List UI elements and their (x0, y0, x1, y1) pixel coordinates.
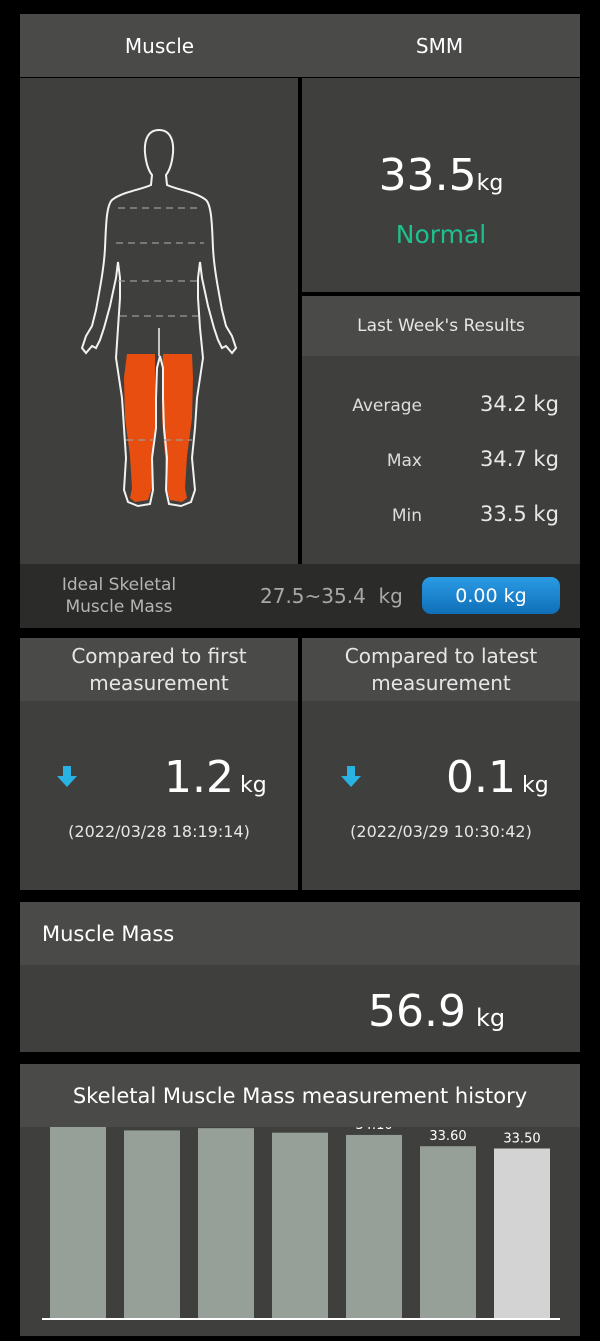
history-bar-label: 34.10 (355, 1127, 392, 1133)
history-bar[interactable] (420, 1146, 476, 1318)
compare-latest-unit: kg (521, 773, 549, 798)
compare-first-panel: Compared to first measurement 1.2 kg (202… (20, 638, 298, 890)
stat-value: 34.2 kg (480, 392, 559, 416)
stat-row-max: Max 34.7 kg (302, 445, 580, 475)
muscle-title: Muscle (124, 33, 195, 58)
last-week-header: Last Week's Results (302, 296, 580, 356)
compare-first-title: Compared to first measurement (71, 643, 246, 697)
compare-first-unit: kg (239, 773, 267, 798)
down-arrow-icon (341, 766, 361, 787)
smm-header: SMM (299, 14, 580, 77)
ideal-label-line1: Ideal Skeletal (61, 575, 177, 595)
stat-label: Average (352, 396, 422, 416)
compare-first-value-wrap: 1.2 kg (164, 752, 267, 803)
smm-status: Normal (395, 220, 487, 249)
history-chart-svg: 34.7034.3034.4034.2034.1033.6033.50 (42, 1104, 560, 1320)
compare-first-title-line2: measurement (89, 670, 229, 695)
compare-first-title-line1: Compared to first (71, 643, 247, 668)
stat-row-min: Min 33.5 kg (302, 500, 580, 530)
history-bar[interactable] (494, 1148, 550, 1319)
compare-latest-header: Compared to latest measurement (302, 638, 580, 701)
compare-first-date: (2022/03/28 18:19:14) (68, 822, 250, 841)
compare-latest-value-wrap: 0.1 kg (446, 752, 549, 803)
compare-first-value: 1.2 (164, 752, 234, 803)
muscle-overview: Muscle SMM 33.5kg Normal Last Week's Res… (20, 14, 580, 628)
history-bar-label: 33.60 (429, 1129, 466, 1144)
muscle-mass-value: 56.9 (368, 986, 466, 1037)
muscle-mass-value-wrap: 56.9 kg (368, 986, 505, 1037)
history-bar[interactable] (198, 1128, 254, 1318)
ideal-range: 27.5~35.4 kg (260, 584, 403, 608)
muscle-mass-title: Muscle Mass (42, 921, 175, 946)
compare-first-header: Compared to first measurement (20, 638, 298, 701)
history-panel: Skeletal Muscle Mass measurement history… (20, 1064, 580, 1336)
last-week-title: Last Week's Results (357, 316, 525, 336)
history-bar-label: 33.50 (503, 1132, 540, 1147)
down-arrow-icon (57, 766, 77, 787)
compare-latest-value: 0.1 (446, 752, 516, 803)
smm-value-panel: 33.5kg Normal (302, 78, 580, 292)
stat-value: 33.5 kg (480, 502, 559, 526)
compare-latest-title-line2: measurement (371, 670, 511, 695)
body-figure-icon (80, 128, 238, 508)
stat-row-average: Average 34.2 kg (302, 390, 580, 420)
muscle-mass-panel: Muscle Mass 56.9 kg (20, 902, 580, 1052)
muscle-mass-header: Muscle Mass (20, 902, 580, 965)
history-bar[interactable] (50, 1121, 106, 1318)
history-title: Skeletal Muscle Mass measurement history (72, 1083, 528, 1108)
stat-label: Max (386, 451, 422, 471)
last-week-panel: Last Week's Results Average 34.2 kg Max … (302, 296, 580, 564)
ideal-label: Ideal Skeletal Muscle Mass (44, 574, 194, 618)
history-bar[interactable] (272, 1132, 328, 1318)
stat-value: 34.7 kg (480, 447, 559, 471)
smm-unit: kg (476, 171, 504, 196)
history-header: Skeletal Muscle Mass measurement history (20, 1064, 580, 1127)
history-bar-label: 34.20 (281, 1127, 318, 1131)
body-figure-panel (20, 78, 298, 564)
history-bar[interactable] (124, 1130, 180, 1318)
history-chart: 34.7034.3034.4034.2034.1033.6033.50 (20, 1104, 580, 1336)
compare-latest-date: (2022/03/29 10:30:42) (350, 822, 532, 841)
smm-value: 33.5 (378, 150, 477, 201)
compare-latest-title-line1: Compared to latest (344, 643, 538, 668)
compare-latest-title: Compared to latest measurement (345, 643, 537, 697)
history-bar-label: 34.30 (133, 1127, 170, 1128)
stat-label: Min (391, 506, 422, 526)
ideal-muscle-bar: Ideal Skeletal Muscle Mass 27.5~35.4 kg … (20, 564, 580, 628)
ideal-label-line2: Muscle Mass (65, 597, 173, 617)
history-bar[interactable] (346, 1134, 402, 1318)
muscle-mass-unit: kg (475, 1004, 506, 1032)
compare-latest-panel: Compared to latest measurement 0.1 kg (20… (302, 638, 580, 890)
muscle-header: Muscle (20, 14, 299, 77)
ideal-value-button[interactable]: 0.00 kg (422, 577, 560, 614)
smm-title: SMM (415, 33, 464, 58)
